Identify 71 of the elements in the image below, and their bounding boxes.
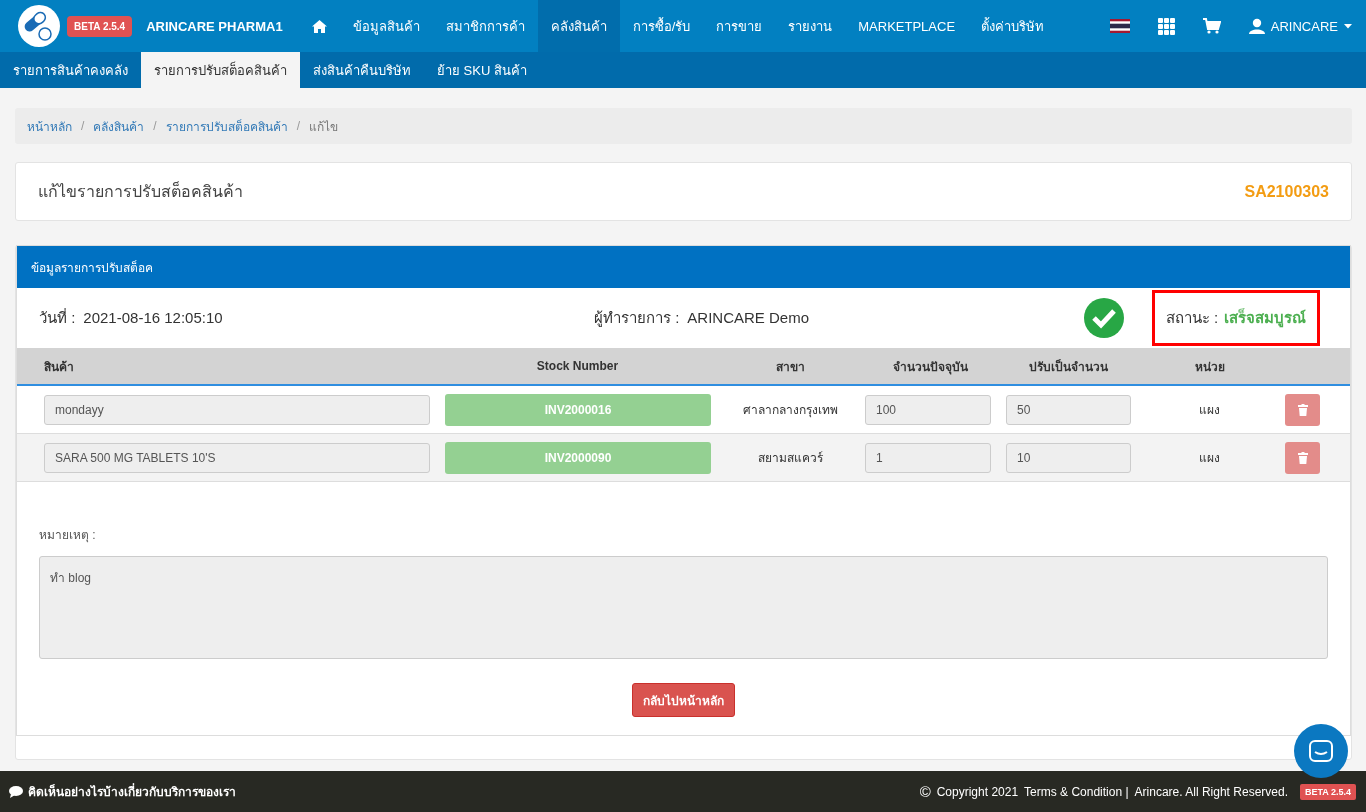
- feedback-link[interactable]: คิดเห็นอย่างไรบ้างเกี่ยวกับบริการของเรา: [0, 782, 236, 801]
- menu-item[interactable]: การขาย: [703, 0, 776, 52]
- status-label: สถานะ :: [1165, 308, 1219, 328]
- quantity-field[interactable]: 100: [865, 394, 991, 425]
- column-header: หน่วย: [1193, 358, 1226, 376]
- column-header: ปรับเป็นจำนวน: [1027, 358, 1109, 376]
- menu-item[interactable]: ตั้งค่าบริษัท: [968, 0, 1058, 52]
- stock-number-badge: INV2000090: [445, 441, 711, 474]
- copyright-text: Copyright 2021: [936, 784, 1019, 799]
- delete-button[interactable]: [1285, 441, 1320, 474]
- cart-icon: [1202, 18, 1221, 34]
- chat-icon: [1309, 740, 1333, 762]
- date-value: 2021-08-16 12:05:10: [83, 309, 223, 326]
- trash-icon: [1297, 403, 1308, 416]
- menu-item[interactable]: รายงาน: [775, 0, 846, 52]
- notes-label: หมายเหตุ :: [39, 527, 97, 544]
- stock-number-badge: INV2000016: [445, 393, 711, 426]
- chat-bubble-icon: [9, 785, 23, 798]
- menu-item[interactable]: ข้อมูลสินค้า: [339, 0, 433, 52]
- breadcrumb-link[interactable]: หน้าหลัก: [27, 116, 72, 136]
- sub-nav-tab[interactable]: รายการสินค้าคงคลัง: [0, 52, 141, 88]
- column-header: สินค้า: [43, 358, 75, 376]
- user-icon: [1248, 18, 1265, 34]
- panel-header: ข้อมูลรายการปรับสต็อค: [17, 246, 1350, 288]
- version-badge: BETA 2.5.4: [67, 15, 133, 37]
- table-cell-text: แผง: [1198, 402, 1221, 419]
- column-header: Stock Number: [535, 359, 620, 373]
- table-cell-text: ศาลากลางกรุงเทพ: [742, 402, 839, 419]
- trash-icon: [1297, 451, 1308, 464]
- quantity-field[interactable]: 1: [865, 442, 991, 473]
- rights-text: Arincare. All Right Reserved.: [1134, 784, 1288, 799]
- apps-grid-icon: [1157, 17, 1175, 35]
- quantity-field[interactable]: 10: [1006, 442, 1131, 473]
- maker-label: ผู้ทำรายการ :: [594, 308, 680, 329]
- product-field[interactable]: SARA 500 MG TABLETS 10'S: [44, 442, 430, 473]
- user-menu[interactable]: ARINCARE: [1248, 18, 1352, 34]
- logo-icon: [17, 4, 61, 48]
- menu-item[interactable]: คลังสินค้า: [537, 0, 620, 52]
- caret-icon: [1344, 23, 1352, 29]
- delete-button[interactable]: [1285, 393, 1320, 426]
- menu-item[interactable]: การซื้อ/รับ: [619, 0, 704, 52]
- terms-link[interactable]: Terms & Condition |: [1024, 784, 1129, 799]
- maker-value: ARINCARE Demo: [687, 309, 810, 326]
- menu-item[interactable]: สมาชิกการค้า: [432, 0, 538, 52]
- copyright-symbol: ©: [919, 783, 931, 800]
- version-badge: BETA 2.5.4: [1300, 783, 1356, 800]
- sub-nav-tab[interactable]: ส่งสินค้าคืนบริษัท: [300, 52, 424, 88]
- breadcrumb-current: แก้ไข: [309, 118, 339, 136]
- brand-name[interactable]: ARINCARE PHARMA1: [146, 18, 283, 34]
- back-button[interactable]: กลับไปหน้าหลัก: [632, 683, 735, 717]
- document-number: SA2100303: [1244, 182, 1329, 201]
- table-cell-text: สยามสแควร์: [757, 450, 824, 467]
- notes-field[interactable]: ทำ blog: [39, 556, 1328, 659]
- sub-nav-tab[interactable]: ย้าย SKU สินค้า: [424, 52, 540, 88]
- breadcrumb-link[interactable]: รายการปรับสต็อคสินค้า: [165, 116, 288, 136]
- quantity-field[interactable]: 50: [1006, 394, 1131, 425]
- page-title: แก้ไขรายการปรับสต็อคสินค้า: [38, 180, 243, 202]
- column-header: จำนวนปัจจุบัน: [892, 358, 969, 376]
- menu-item[interactable]: MARKETPLACE: [845, 0, 969, 52]
- table-cell-text: แผง: [1198, 450, 1221, 467]
- home-icon: [311, 19, 327, 33]
- breadcrumb-separator: /: [81, 119, 85, 133]
- status-value: เสร็จสมบูรณ์: [1224, 307, 1307, 330]
- breadcrumb-link[interactable]: คลังสินค้า: [93, 116, 145, 136]
- sub-nav-tab[interactable]: รายการปรับสต็อคสินค้า: [141, 52, 300, 88]
- thailand-flag-icon: [1109, 19, 1130, 33]
- product-field[interactable]: mondayy: [44, 394, 430, 425]
- breadcrumb-separator: /: [296, 119, 301, 133]
- column-header: สาขา: [775, 358, 806, 376]
- breadcrumb-separator: /: [153, 119, 157, 133]
- date-label: วันที่ :: [39, 307, 76, 328]
